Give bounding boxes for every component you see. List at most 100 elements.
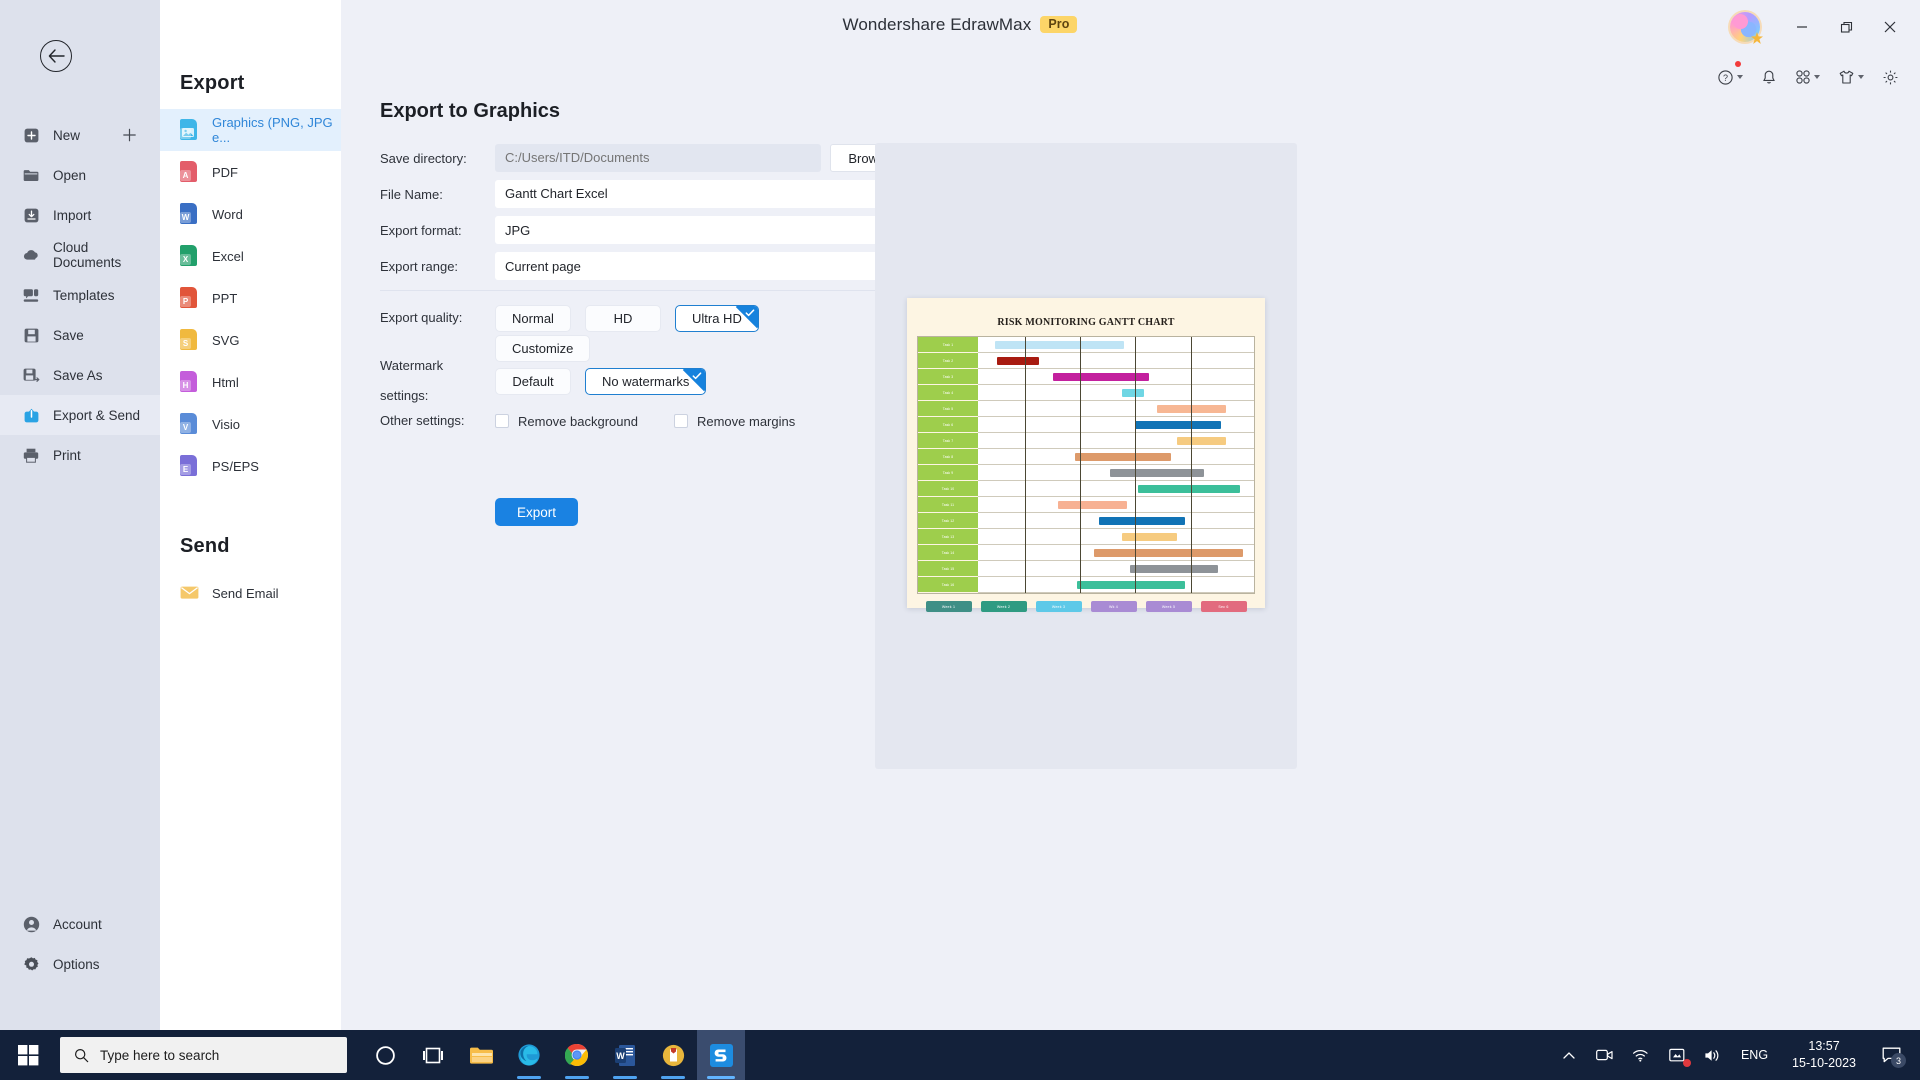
sidebar-item-save-as[interactable]: Save As	[0, 355, 160, 395]
print-icon	[21, 445, 41, 465]
language-indicator[interactable]: ENG	[1731, 1030, 1778, 1080]
gantt-row-label: Task 15	[918, 561, 978, 577]
gantt-row-label: Task 3	[918, 369, 978, 385]
quality-normal-button[interactable]: Normal	[495, 304, 571, 332]
gantt-row	[978, 529, 1254, 545]
watermark-row: Watermark settings: Default No watermark…	[380, 358, 910, 403]
file-name-label: File Name:	[380, 186, 443, 202]
edrawmax-icon[interactable]	[697, 1030, 745, 1080]
action-center-button[interactable]: 3	[1870, 1030, 1912, 1080]
gantt-bar	[1077, 581, 1185, 589]
export-panel-heading: Export	[180, 72, 245, 94]
gantt-legend: Week 1 Week 2 Week 3 Wk 4 Week 5 Sec 6	[917, 601, 1255, 612]
cortana-icon[interactable]	[361, 1030, 409, 1080]
windows-taskbar: Type here to search W ENG 13:57 15-10-20…	[0, 1030, 1920, 1080]
sidebar-item-save[interactable]: Save	[0, 315, 160, 355]
sidebar-item-new[interactable]: New	[0, 115, 160, 155]
clock[interactable]: 13:57 15-10-2023	[1778, 1030, 1870, 1080]
back-button[interactable]	[40, 40, 72, 72]
sidebar-item-label: Open	[53, 167, 87, 183]
sidebar-item-open[interactable]: Open	[0, 155, 160, 195]
format-item-excel[interactable]: Excel	[160, 235, 341, 277]
sidebar-item-label: Cloud Documents	[53, 240, 122, 270]
svg-file-icon	[180, 329, 199, 351]
sidebar-item-templates[interactable]: Templates	[0, 275, 160, 315]
excel-file-icon	[180, 245, 199, 267]
sidebar-item-cloud-documents[interactable]: Cloud Documents	[0, 235, 160, 275]
sidebar-item-label: Templates	[53, 287, 115, 303]
format-item-html[interactable]: Html	[160, 361, 341, 403]
gantt-row-label: Task 6	[918, 417, 978, 433]
google-chrome-icon[interactable]	[553, 1030, 601, 1080]
main-content: Export to Graphics Save directory: Brows…	[341, 0, 1920, 1030]
watermark-none-button[interactable]: No watermarks	[585, 367, 707, 395]
export-format-select[interactable]: JPG	[495, 216, 910, 244]
file-explorer-icon[interactable]	[457, 1030, 505, 1080]
file-name-row: File Name:	[380, 179, 910, 209]
export-button[interactable]: Export	[495, 498, 578, 526]
start-button[interactable]	[0, 1030, 56, 1080]
gantt-legend-item: Week 1	[925, 601, 972, 612]
gantt-row-label: Task 14	[918, 545, 978, 561]
export-range-select[interactable]: Current page	[495, 252, 910, 280]
gantt-bar	[994, 341, 1125, 349]
wps-office-icon[interactable]	[649, 1030, 697, 1080]
clock-date: 15-10-2023	[1792, 1056, 1856, 1070]
ppt-file-icon	[180, 287, 199, 309]
quality-hd-button[interactable]: HD	[585, 304, 661, 332]
wifi-icon[interactable]	[1623, 1030, 1659, 1080]
send-item-email[interactable]: Send Email	[160, 572, 341, 614]
export-format-list: Graphics (PNG, JPG e... PDF Word Excel P…	[160, 109, 341, 487]
plus-icon[interactable]	[123, 128, 136, 142]
remove-background-checkbox[interactable]: Remove background	[495, 414, 638, 429]
watermark-label: Watermark settings:	[380, 358, 444, 403]
document-thumbnail[interactable]: RISK MONITORING GANTT CHART Task 1 Task 2…	[907, 298, 1265, 612]
checkbox-box	[495, 414, 509, 428]
check-icon	[745, 308, 755, 316]
gantt-row	[978, 417, 1254, 433]
gantt-row	[978, 401, 1254, 417]
show-desktop-button[interactable]	[1912, 1030, 1920, 1080]
gantt-bar	[1135, 421, 1221, 429]
camera-icon[interactable]	[1587, 1030, 1623, 1080]
show-hidden-icons-chevron-icon[interactable]	[1551, 1030, 1587, 1080]
gantt-row-label: Task 4	[918, 385, 978, 401]
file-name-input[interactable]	[495, 180, 910, 208]
quality-customize-button[interactable]: Customize	[495, 334, 591, 362]
remove-margins-checkbox[interactable]: Remove margins	[673, 413, 796, 429]
microsoft-edge-icon[interactable]	[505, 1030, 553, 1080]
sidebar-item-export-send[interactable]: Export & Send	[0, 395, 160, 435]
task-view-icon[interactable]	[409, 1030, 457, 1080]
export-form: Save directory: Browse File Name: Export…	[380, 143, 910, 436]
format-item-visio[interactable]: Visio	[160, 403, 341, 445]
gantt-milestone-line	[1135, 337, 1137, 593]
left-navigation: New Open Import Cloud Documents Template…	[0, 0, 160, 1030]
gantt-row-label: Task 9	[918, 465, 978, 481]
save-directory-input[interactable]	[495, 144, 821, 172]
sidebar-item-options[interactable]: Options	[0, 944, 160, 984]
export-format-row: Export format: JPG	[380, 215, 910, 245]
microsoft-word-icon[interactable]: W	[601, 1030, 649, 1080]
quality-ultra-hd-button[interactable]: Ultra HD	[675, 304, 759, 332]
format-item-label: Word	[212, 206, 243, 222]
pdf-file-icon	[180, 161, 199, 183]
clock-time: 13:57	[1808, 1039, 1840, 1054]
format-item-ps-eps[interactable]: PS/EPS	[160, 445, 341, 487]
format-item-ppt[interactable]: PPT	[160, 277, 341, 319]
sidebar-item-import[interactable]: Import	[0, 195, 160, 235]
format-item-graphics[interactable]: Graphics (PNG, JPG e...	[160, 109, 341, 151]
format-item-pdf[interactable]: PDF	[160, 151, 341, 193]
watermark-default-button[interactable]: Default	[495, 367, 571, 395]
search-input[interactable]: Type here to search	[60, 1037, 347, 1073]
volume-icon[interactable]	[1695, 1030, 1731, 1080]
export-format-panel: Export Graphics (PNG, JPG e... PDF Word	[160, 0, 341, 1030]
format-item-word[interactable]: Word	[160, 193, 341, 235]
onedrive-sync-icon[interactable]	[1659, 1030, 1695, 1080]
format-item-svg[interactable]: SVG	[160, 319, 341, 361]
sidebar-item-label: Account	[53, 916, 102, 932]
export-format-label: Export format:	[380, 222, 462, 238]
quality-ultra-hd-label: Ultra HD	[692, 310, 742, 326]
sidebar-item-account[interactable]: Account	[0, 904, 160, 944]
sidebar-item-print[interactable]: Print	[0, 435, 160, 475]
remove-margins-label: Remove margins	[696, 413, 796, 429]
